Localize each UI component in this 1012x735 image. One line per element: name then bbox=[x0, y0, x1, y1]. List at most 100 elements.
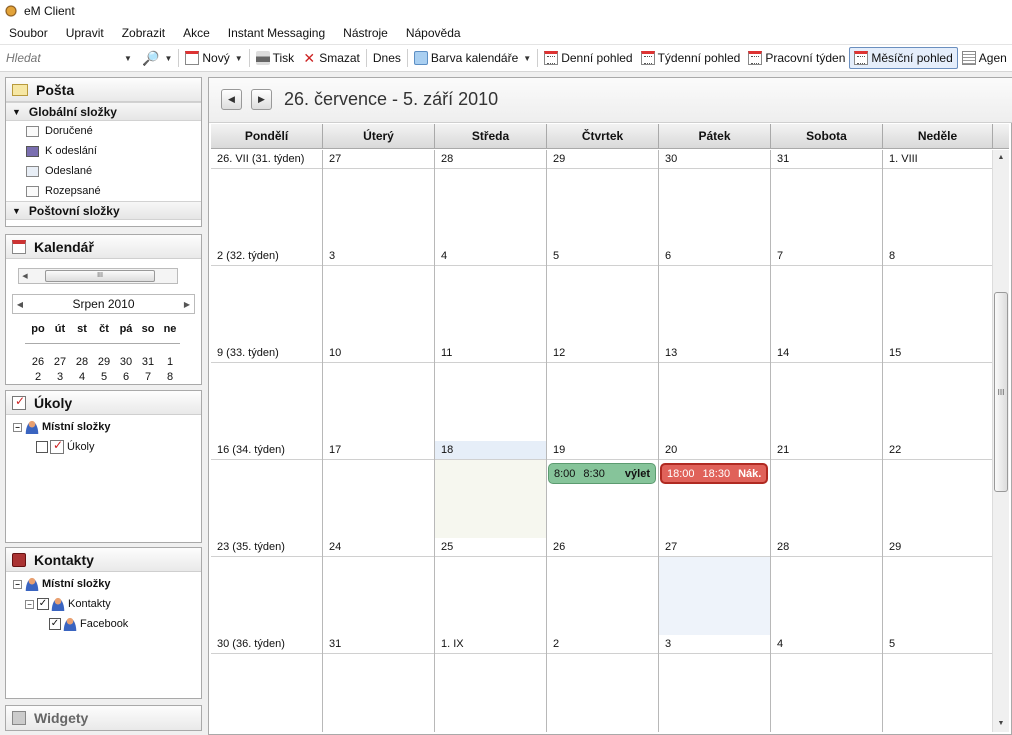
mini-day[interactable]: 6 bbox=[115, 371, 137, 383]
next-period-button[interactable]: ▶ bbox=[251, 89, 272, 110]
widgets-panel-header[interactable]: Widgety bbox=[6, 706, 201, 730]
tasks-panel-header[interactable]: Úkoly bbox=[6, 391, 201, 415]
search-dropdown-icon[interactable]: ▼ bbox=[124, 54, 132, 63]
day-cell[interactable]: 4 bbox=[435, 247, 547, 344]
checkbox[interactable]: ✓ bbox=[37, 598, 49, 610]
day-view-button[interactable]: Denní pohled bbox=[540, 47, 636, 69]
menu-view[interactable]: Zobrazit bbox=[113, 22, 174, 45]
day-cell[interactable]: 16 (34. týden) bbox=[211, 441, 323, 538]
tasks-folder-item[interactable]: Úkoly bbox=[6, 437, 201, 457]
collapse-icon[interactable]: − bbox=[25, 599, 34, 609]
calendar-vertical-scrollbar[interactable]: ▲ III ▼ bbox=[992, 150, 1009, 732]
agenda-view-button[interactable]: Agen bbox=[958, 47, 1011, 69]
day-cell[interactable]: 31 bbox=[771, 150, 883, 247]
workweek-view-button[interactable]: Pracovní týden bbox=[744, 47, 849, 69]
day-cell[interactable]: 13 bbox=[659, 344, 771, 441]
folder-sent[interactable]: Odeslané bbox=[6, 161, 201, 181]
mini-day[interactable]: 5 bbox=[93, 371, 115, 383]
calendar-panel-header[interactable]: Kalendář bbox=[6, 235, 201, 259]
day-cell-selected[interactable]: 27 bbox=[659, 538, 771, 635]
day-cell[interactable]: 29 bbox=[883, 538, 993, 635]
menu-tools[interactable]: Nástroje bbox=[334, 22, 397, 45]
mini-day[interactable]: 28 bbox=[71, 356, 93, 368]
mini-day[interactable]: 31 bbox=[137, 356, 159, 368]
search-input[interactable] bbox=[6, 51, 124, 65]
contacts-folder-item[interactable]: − ✓ Kontakty bbox=[6, 594, 201, 614]
day-cell[interactable]: 15 bbox=[883, 344, 993, 441]
day-cell[interactable]: 4 bbox=[771, 635, 883, 732]
menu-edit[interactable]: Upravit bbox=[57, 22, 113, 45]
day-cell[interactable]: 25 bbox=[435, 538, 547, 635]
scroll-down-icon[interactable]: ▼ bbox=[993, 716, 1009, 732]
search-button[interactable]: 🔎 ▼ bbox=[138, 47, 176, 69]
day-cell[interactable]: 1. IX bbox=[435, 635, 547, 732]
day-cell[interactable]: 6 bbox=[659, 247, 771, 344]
day-cell-today[interactable]: 18 bbox=[435, 441, 547, 538]
mail-folders-header[interactable]: ▼ Poštovní složky bbox=[6, 201, 201, 220]
mini-day[interactable]: 30 bbox=[115, 356, 137, 368]
mini-day[interactable]: 4 bbox=[71, 371, 93, 383]
print-button[interactable]: Tisk bbox=[252, 47, 299, 69]
day-cell[interactable]: 3 bbox=[323, 247, 435, 344]
today-button[interactable]: Dnes bbox=[369, 47, 405, 69]
scrollbar-thumb[interactable]: III bbox=[45, 270, 155, 282]
day-cell[interactable]: 22 bbox=[883, 441, 993, 538]
global-folders-header[interactable]: ▼ Globální složky bbox=[6, 102, 201, 121]
folder-inbox[interactable]: Doručené bbox=[6, 121, 201, 141]
day-cell[interactable]: 10 bbox=[323, 344, 435, 441]
day-cell[interactable]: 14 bbox=[771, 344, 883, 441]
tasks-local-folders[interactable]: − Místní složky bbox=[6, 417, 201, 437]
mini-day[interactable]: 26 bbox=[27, 356, 49, 368]
mini-day[interactable]: 8 bbox=[159, 371, 181, 383]
contacts-local-folders[interactable]: − Místní složky bbox=[6, 574, 201, 594]
day-cell[interactable]: 31 bbox=[323, 635, 435, 732]
day-cell[interactable]: 27 bbox=[323, 150, 435, 247]
collapse-icon[interactable]: − bbox=[13, 422, 22, 432]
facebook-folder-item[interactable]: ✓ Facebook bbox=[6, 614, 201, 634]
mini-day[interactable]: 7 bbox=[137, 371, 159, 383]
folder-outbox[interactable]: K odeslání bbox=[6, 141, 201, 161]
collapse-icon[interactable]: − bbox=[13, 579, 22, 589]
mini-day[interactable]: 27 bbox=[49, 356, 71, 368]
day-cell[interactable]: 26 bbox=[547, 538, 659, 635]
day-cell[interactable]: 24 bbox=[323, 538, 435, 635]
menu-file[interactable]: Soubor bbox=[0, 22, 57, 45]
prev-period-button[interactable]: ◀ bbox=[221, 89, 242, 110]
day-cell[interactable]: 23 (35. týden) bbox=[211, 538, 323, 635]
day-cell[interactable]: 26. VII (31. týden) bbox=[211, 150, 323, 247]
widgets-panel[interactable]: Widgety bbox=[5, 705, 202, 731]
menu-actions[interactable]: Akce bbox=[174, 22, 219, 45]
day-cell[interactable]: 17 bbox=[323, 441, 435, 538]
month-view-button[interactable]: Měsíční pohled bbox=[849, 47, 958, 69]
day-cell[interactable]: 2 bbox=[547, 635, 659, 732]
mail-panel-header[interactable]: Pošta bbox=[6, 78, 201, 102]
day-cell[interactable]: 1. VIII bbox=[883, 150, 993, 247]
checkbox[interactable] bbox=[36, 441, 48, 453]
day-cell[interactable]: 5 bbox=[547, 247, 659, 344]
scrollbar-thumb[interactable]: III bbox=[994, 292, 1008, 492]
delete-button[interactable]: ✕ Smazat bbox=[298, 47, 364, 69]
folder-drafts[interactable]: Rozepsané bbox=[6, 181, 201, 201]
scroll-left-icon[interactable]: ◀ bbox=[19, 272, 31, 280]
search-box[interactable]: ▼ bbox=[6, 48, 138, 68]
scroll-up-icon[interactable]: ▲ bbox=[993, 150, 1009, 166]
prev-month-icon[interactable]: ◀ bbox=[13, 300, 27, 309]
contacts-panel-header[interactable]: Kontakty bbox=[6, 548, 201, 572]
checkbox[interactable]: ✓ bbox=[49, 618, 61, 630]
mini-day[interactable]: 1 bbox=[159, 356, 181, 368]
menu-help[interactable]: Nápověda bbox=[397, 22, 470, 45]
day-cell[interactable]: 12 bbox=[547, 344, 659, 441]
day-cell[interactable]: 30 (36. týden) bbox=[211, 635, 323, 732]
day-cell[interactable]: 30 bbox=[659, 150, 771, 247]
menu-instant-messaging[interactable]: Instant Messaging bbox=[219, 22, 334, 45]
calendar-color-button[interactable]: Barva kalendáře ▼ bbox=[410, 47, 535, 69]
calendar-event-selected[interactable]: 18:00 18:30 Nák... bbox=[660, 463, 768, 484]
day-cell[interactable]: 11 bbox=[435, 344, 547, 441]
mini-day[interactable]: 3 bbox=[49, 371, 71, 383]
day-cell[interactable]: 8 bbox=[883, 247, 993, 344]
next-month-icon[interactable]: ▶ bbox=[180, 300, 194, 309]
day-cell[interactable]: 21 bbox=[771, 441, 883, 538]
day-cell[interactable]: 28 bbox=[771, 538, 883, 635]
day-cell[interactable]: 19 8:00 8:30 výlet bbox=[547, 441, 659, 538]
week-view-button[interactable]: Týdenní pohled bbox=[637, 47, 745, 69]
